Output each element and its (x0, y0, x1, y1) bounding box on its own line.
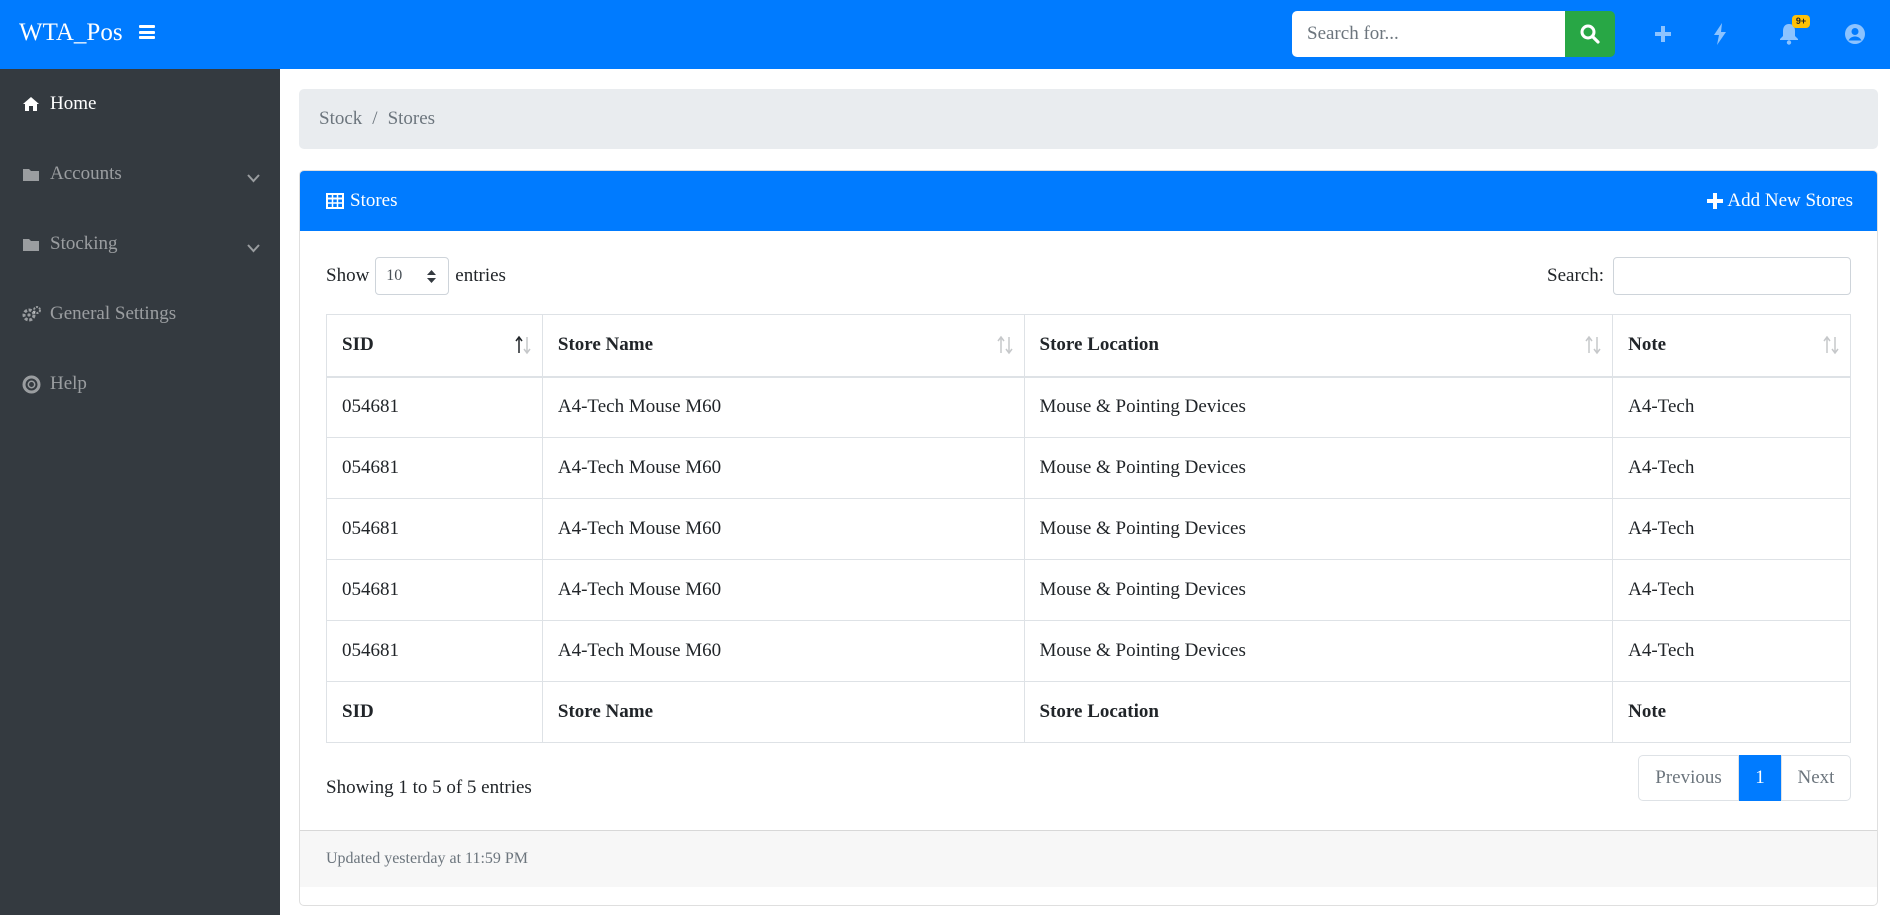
cell-sid: 054681 (326, 437, 543, 499)
sidebar-item-label: Accounts (50, 163, 122, 184)
stores-card: Stores Add New Stores Show 10 entries Se… (299, 170, 1878, 906)
sidebar-item-label: Home (50, 93, 97, 114)
cell-store-location: Mouse & Pointing Devices (1023, 620, 1614, 682)
cell-store-name: A4-Tech Mouse M60 (541, 559, 1025, 621)
column-header-note[interactable]: Note (1612, 314, 1851, 378)
life-ring-icon (22, 375, 42, 393)
top-navbar: WTA_Pos 9+ (0, 0, 1890, 69)
page-length-control: Show 10 entries (326, 257, 506, 295)
cell-sid: 054681 (326, 559, 543, 621)
cell-note: A4-Tech (1612, 498, 1851, 560)
footer-header-note: Note (1612, 681, 1851, 743)
top-search (1292, 11, 1615, 57)
cell-note: A4-Tech (1612, 437, 1851, 499)
chevron-down-icon (247, 167, 260, 189)
card-header: Stores Add New Stores (300, 171, 1877, 231)
card-title: Stores (326, 171, 398, 231)
column-header-sid[interactable]: SID (326, 314, 543, 378)
bolt-icon[interactable] (1707, 20, 1733, 48)
cell-store-name: A4-Tech Mouse M60 (541, 620, 1025, 682)
table-search-input[interactable] (1613, 257, 1851, 295)
page-1-button[interactable]: 1 (1739, 755, 1781, 801)
footer-header-store-name: Store Name (541, 681, 1025, 743)
add-new-stores-button[interactable]: Add New Stores (1707, 171, 1853, 231)
table-search-label: Search: (1547, 265, 1604, 286)
breadcrumb-item-stores: Stores (387, 108, 436, 129)
cell-note: A4-Tech (1612, 620, 1851, 682)
sidebar-item-stocking[interactable]: Stocking (0, 219, 280, 269)
updated-timestamp: Updated yesterday at 11:59 PM (326, 850, 529, 867)
gears-icon (22, 305, 42, 323)
search-button[interactable] (1565, 11, 1615, 57)
breadcrumb: Stock / Stores (299, 89, 1878, 149)
table-row[interactable]: 054681 A4-Tech Mouse M60 Mouse & Pointin… (326, 498, 1851, 560)
table-icon (326, 193, 344, 209)
chevron-down-icon (247, 237, 260, 259)
table-search-control: Search: (1547, 257, 1851, 295)
add-new-stores-label: Add New Stores (1727, 190, 1853, 211)
sidebar-item-general-settings[interactable]: General Settings (0, 289, 280, 339)
notification-badge: 9+ (1792, 15, 1810, 28)
footer-header-store-location: Store Location (1023, 681, 1614, 743)
cell-store-location: Mouse & Pointing Devices (1023, 376, 1614, 438)
sidebar-item-label: General Settings (50, 303, 177, 324)
cell-store-name: A4-Tech Mouse M60 (541, 437, 1025, 499)
card-footer: Updated yesterday at 11:59 PM (300, 830, 1877, 887)
previous-page-button[interactable]: Previous (1638, 755, 1739, 801)
cell-store-name: A4-Tech Mouse M60 (541, 498, 1025, 560)
cell-sid: 054681 (326, 620, 543, 682)
plus-icon (1707, 193, 1724, 209)
sidebar-item-accounts[interactable]: Accounts (0, 149, 280, 199)
column-header-store-name[interactable]: Store Name (541, 314, 1025, 378)
cell-store-location: Mouse & Pointing Devices (1023, 498, 1614, 560)
sidebar: Home Accounts Stocking General Settings … (0, 69, 280, 915)
page-length-select[interactable]: 10 (375, 257, 450, 295)
sidebar-item-label: Stocking (50, 233, 118, 254)
cell-sid: 054681 (326, 376, 543, 438)
table-row[interactable]: 054681 A4-Tech Mouse M60 Mouse & Pointin… (326, 376, 1851, 438)
breadcrumb-item-stock[interactable]: Stock (319, 108, 362, 130)
page-length-value: 10 (386, 267, 403, 284)
table-row[interactable]: 054681 A4-Tech Mouse M60 Mouse & Pointin… (326, 559, 1851, 621)
table-footer-row: SID Store Name Store Location Note (326, 681, 1851, 743)
table-row[interactable]: 054681 A4-Tech Mouse M60 Mouse & Pointin… (326, 620, 1851, 682)
sidebar-item-home[interactable]: Home (0, 79, 280, 129)
column-header-store-location[interactable]: Store Location (1023, 314, 1614, 378)
sort-caret-icon (427, 270, 437, 283)
search-icon (1580, 24, 1600, 44)
sidebar-item-label: Help (50, 373, 87, 394)
folder-icon (22, 235, 42, 253)
sidebar-item-help[interactable]: Help (0, 359, 280, 409)
home-icon (22, 95, 42, 113)
cell-store-location: Mouse & Pointing Devices (1023, 437, 1614, 499)
table-header-row: SID Store Name Store Location Note (326, 314, 1851, 378)
sort-icon (1585, 335, 1601, 355)
plus-icon[interactable] (1650, 20, 1676, 48)
table-row[interactable]: 054681 A4-Tech Mouse M60 Mouse & Pointin… (326, 437, 1851, 499)
card-title-text: Stores (350, 190, 398, 211)
sort-asc-icon (515, 335, 531, 355)
menu-icon[interactable] (139, 25, 155, 39)
brand-title[interactable]: WTA_Pos (19, 17, 123, 49)
table-info: Showing 1 to 5 of 5 entries (326, 777, 532, 798)
footer-header-sid: SID (326, 681, 543, 743)
pagination: Previous 1 Next (1638, 755, 1851, 801)
entries-label: entries (455, 265, 506, 286)
cell-note: A4-Tech (1612, 559, 1851, 621)
sort-icon (1823, 335, 1839, 355)
folder-icon (22, 165, 42, 183)
cell-store-name: A4-Tech Mouse M60 (541, 376, 1025, 438)
show-label: Show (326, 265, 370, 286)
sort-icon (996, 335, 1013, 355)
user-circle-icon[interactable] (1842, 20, 1868, 48)
stores-table: SID Store Name Store Location Note 05468… (326, 314, 1851, 743)
breadcrumb-separator: / (372, 108, 378, 129)
cell-store-location: Mouse & Pointing Devices (1023, 559, 1614, 621)
next-page-button[interactable]: Next (1781, 755, 1851, 801)
search-input[interactable] (1292, 11, 1565, 57)
cell-sid: 054681 (326, 498, 543, 560)
cell-note: A4-Tech (1612, 376, 1851, 438)
